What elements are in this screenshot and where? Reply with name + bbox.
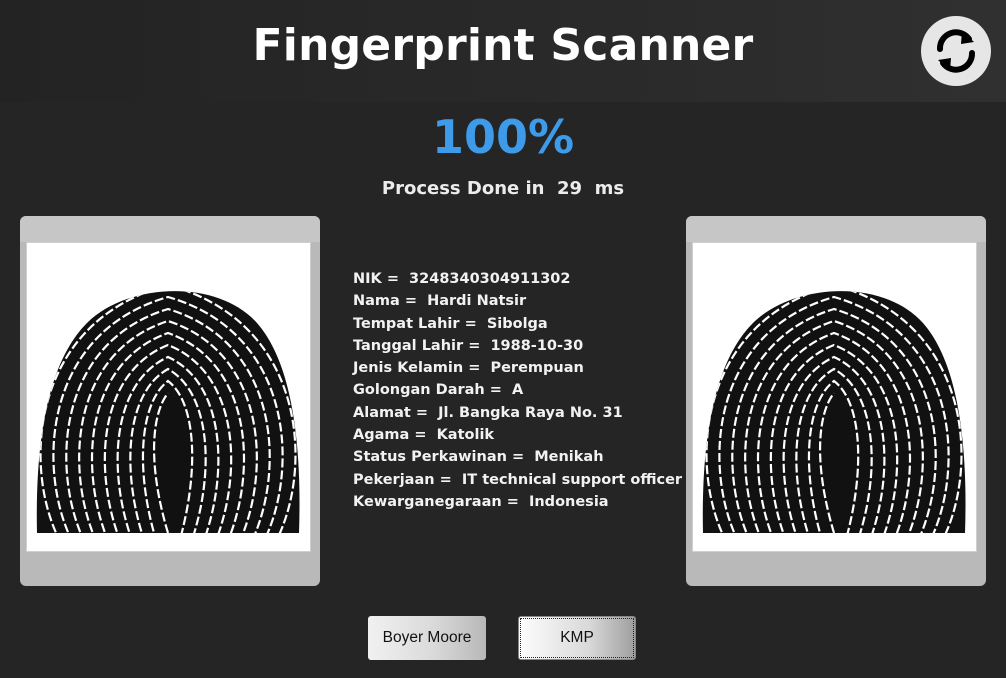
biodata-agama: Agama = Katolik [353,427,495,444]
page-title: Fingerprint Scanner [252,20,754,71]
biodata-pekerjaan: Pekerjaan = IT technical support officer [353,471,683,488]
biodata-golongan-darah: Golongan Darah = A [353,382,524,399]
panel-topbar [686,216,986,242]
biodata-nik: NIK = 3248340304911302 [353,271,571,287]
biodata-tanggal-lahir: Tanggal Lahir = 1988-10-30 [353,337,584,354]
input-fingerprint-image [26,242,311,552]
process-time-text: Process Done in 29 ms [381,178,625,199]
match-percentage: 100% [431,110,575,164]
matched-fingerprint-panel [686,216,986,586]
panel-topbar [20,216,320,242]
refresh-icon [937,29,975,73]
fingerprint-icon [693,243,976,551]
kmp-button[interactable]: KMP [518,616,636,660]
header-bar: Fingerprint Scanner [0,0,1006,102]
fingerprint-icon [27,243,310,551]
biodata-nama: Nama = Hardi Natsir [353,293,527,310]
biodata-kewarganegaraan: Kewarganegaraan = Indonesia [353,493,609,510]
biodata-jenis-kelamin: Jenis Kelamin = Perempuan [353,360,584,377]
matched-fingerprint-image [692,242,977,552]
boyer-moore-button[interactable]: Boyer Moore [368,616,486,660]
refresh-button[interactable] [921,16,991,86]
biodata-list: NIK = 3248340304911302 Nama = Hardi Nats… [353,268,683,513]
app-window: Fingerprint Scanner 100% Process Done in… [0,0,1006,678]
input-fingerprint-panel[interactable] [20,216,320,586]
biodata-alamat: Alamat = Jl. Bangka Raya No. 31 [353,404,623,421]
biodata-status-perkawinan: Status Perkawinan = Menikah [353,449,604,466]
biodata-tempat-lahir: Tempat Lahir = Sibolga [353,315,548,332]
